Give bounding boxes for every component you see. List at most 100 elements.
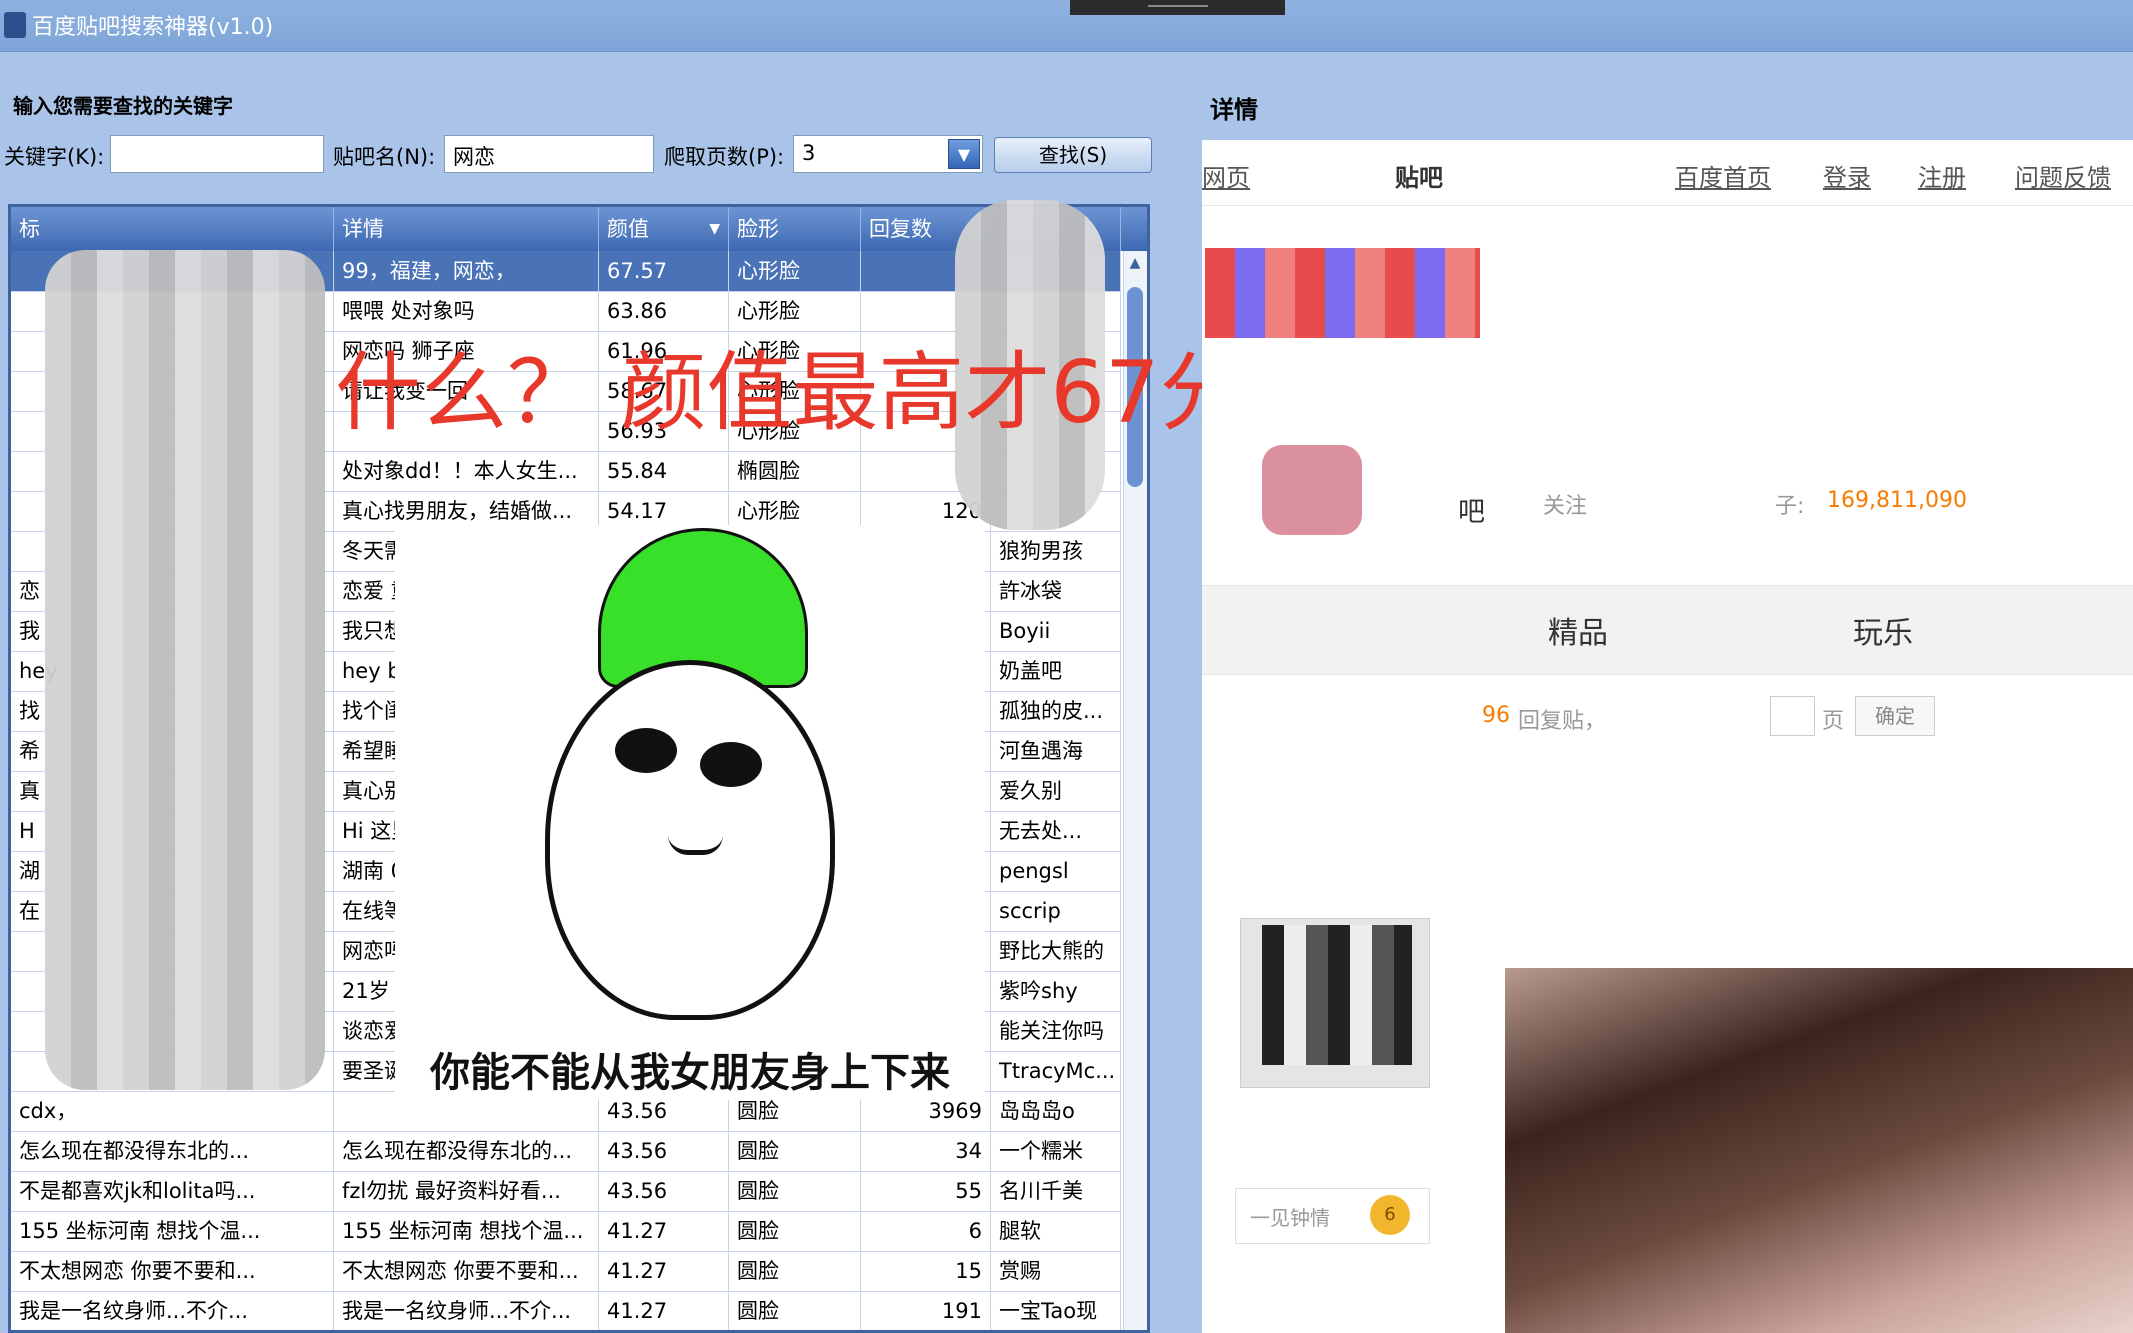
cell-author: 赏赐 bbox=[991, 1251, 1121, 1291]
cell-author: 野比大熊的 bbox=[991, 931, 1121, 971]
privacy-blur bbox=[45, 250, 325, 1090]
tab-featured[interactable]: 精品 bbox=[1548, 608, 1608, 652]
pager-text: 回复贴， bbox=[1518, 709, 1607, 734]
cell-face: 心形脸 bbox=[729, 251, 861, 291]
tab-fun[interactable]: 玩乐 bbox=[1853, 608, 1913, 652]
cell-title: cdx， bbox=[11, 1091, 334, 1131]
cell-replies: 191 bbox=[861, 1291, 991, 1330]
level-name: 一见钟情 bbox=[1250, 1206, 1330, 1230]
cell-author: 孤独的皮... bbox=[991, 691, 1121, 731]
nav-tab-tieba[interactable]: 贴吧 bbox=[1395, 158, 1443, 193]
column-face[interactable]: 脸形 bbox=[729, 207, 861, 251]
cell-score: 67.57 bbox=[599, 251, 729, 291]
cell-author: 一个糯米 bbox=[991, 1131, 1121, 1171]
cell-author: 紫吟shy bbox=[991, 971, 1121, 1011]
nav-link-feedback[interactable]: 问题反馈 bbox=[2015, 158, 2111, 193]
cell-author: pengsl bbox=[991, 851, 1121, 891]
cell-title: 不太想网恋 你要不要和... bbox=[11, 1251, 334, 1291]
cell-author: 爱久别 bbox=[991, 771, 1121, 811]
meme-eye bbox=[700, 742, 762, 787]
cell-detail: fzl勿扰 最好资料好看... bbox=[334, 1171, 599, 1211]
cell-author: 能关注你吗 bbox=[991, 1011, 1121, 1051]
search-heading: 输入您需要查找的关键字 bbox=[13, 94, 233, 118]
cell-author: TtracyMc... bbox=[991, 1051, 1121, 1091]
meme-eye bbox=[615, 728, 677, 773]
page-input[interactable] bbox=[1770, 696, 1815, 736]
tieba-logo bbox=[1205, 248, 1480, 338]
cell-author: 許冰袋 bbox=[991, 571, 1121, 611]
drag-handle[interactable] bbox=[1070, 0, 1285, 15]
cell-replies: 34 bbox=[861, 1131, 991, 1171]
nav-link-register[interactable]: 注册 bbox=[1918, 158, 1966, 193]
cell-title: 我是一名纹身师...不介... bbox=[11, 1291, 334, 1330]
table-row[interactable]: 不太想网恋 你要不要和... 不太想网恋 你要不要和... 41.27 圆脸 15 赏赐 bbox=[11, 1251, 1121, 1292]
window-title: 百度贴吧搜索神器(v1.0) bbox=[32, 15, 274, 40]
cell-detail: 怎么现在都没得东北的... bbox=[334, 1131, 599, 1171]
cell-author: 岛岛岛o bbox=[991, 1091, 1121, 1131]
cell-title: 不是都喜欢jk和lolita吗... bbox=[11, 1171, 334, 1211]
table-row[interactable]: 155 坐标河南 想找个温... 155 坐标河南 想找个温... 41.27 圆脸 6… bbox=[11, 1211, 1121, 1252]
pager-count: 96 bbox=[1482, 703, 1510, 728]
cell-detail: 不太想网恋 你要不要和... bbox=[334, 1251, 599, 1291]
scroll-up-icon[interactable]: ▲ bbox=[1127, 255, 1143, 275]
tieba-input[interactable]: 网恋 bbox=[444, 135, 654, 173]
cell-author: 名川千美 bbox=[991, 1171, 1121, 1211]
nav-tab-web[interactable]: 网页 bbox=[1202, 158, 1250, 193]
cell-replies: 15 bbox=[861, 1251, 991, 1291]
cell-score: 55.84 bbox=[599, 451, 729, 491]
confirm-button[interactable]: 确定 bbox=[1855, 696, 1935, 736]
cell-detail: 99，福建，网恋， bbox=[334, 251, 599, 291]
cell-detail: 155 坐标河南 想找个温... bbox=[334, 1211, 599, 1251]
cell-author: 腿软 bbox=[991, 1211, 1121, 1251]
cell-author: 无去处... bbox=[991, 811, 1121, 851]
page-label: 页 bbox=[1822, 709, 1845, 734]
cell-score: 43.56 bbox=[599, 1131, 729, 1171]
forum-tabbar bbox=[1202, 585, 2133, 675]
table-row[interactable]: 不是都喜欢jk和lolita吗... fzl勿扰 最好资料好看... 43.56 圆脸… bbox=[11, 1171, 1121, 1212]
nav-link-home[interactable]: 百度首页 bbox=[1675, 158, 1771, 193]
cell-author: 河鱼遇海 bbox=[991, 731, 1121, 771]
bar-avatar bbox=[1262, 445, 1362, 535]
keyword-label: 关键字(K): bbox=[4, 145, 105, 169]
follow-label: 关注 bbox=[1543, 494, 1588, 519]
cell-author: 奶盖吧 bbox=[991, 651, 1121, 691]
cell-score: 41.27 bbox=[599, 1211, 729, 1251]
divider bbox=[1202, 205, 2133, 206]
detail-heading: 详情 bbox=[1210, 96, 1258, 124]
cell-face: 圆脸 bbox=[729, 1211, 861, 1251]
cell-face: 圆脸 bbox=[729, 1171, 861, 1211]
cell-face: 圆脸 bbox=[729, 1251, 861, 1291]
cell-score: 41.27 bbox=[599, 1251, 729, 1291]
cell-face: 椭圆脸 bbox=[729, 451, 861, 491]
tieba-label: 贴吧名(N): bbox=[333, 145, 436, 169]
table-row[interactable]: 怎么现在都没得东北的... 怎么现在都没得东北的... 43.56 圆脸 34 一个糯米 bbox=[11, 1131, 1121, 1172]
app-icon bbox=[4, 12, 26, 38]
column-score[interactable]: 颜值 ▼ bbox=[599, 207, 729, 251]
meme-caption: 你能不能从我女朋友身上下来 bbox=[430, 1050, 950, 1096]
cell-title: 怎么现在都没得东北的... bbox=[11, 1131, 334, 1171]
column-detail[interactable]: 详情 bbox=[334, 207, 599, 251]
cell-score: 41.27 bbox=[599, 1291, 729, 1330]
post-photo[interactable] bbox=[1505, 968, 2133, 1333]
keyword-input[interactable] bbox=[110, 135, 324, 173]
table-row[interactable]: 我是一名纹身师...不介... 我是一名纹身师...不介... 41.27 圆脸 191… bbox=[11, 1291, 1121, 1330]
bar-name: 吧 bbox=[1458, 497, 1485, 528]
nav-link-login[interactable]: 登录 bbox=[1823, 158, 1871, 193]
cell-author: 一宝Tao现 bbox=[991, 1291, 1121, 1330]
cell-author: Boyii bbox=[991, 611, 1121, 651]
cell-author: 狼狗男孩 bbox=[991, 531, 1121, 571]
pages-label: 爬取页数(P): bbox=[664, 145, 785, 169]
cell-replies: 6 bbox=[861, 1211, 991, 1251]
sort-down-icon: ▼ bbox=[709, 221, 720, 237]
column-title[interactable]: 标 bbox=[11, 207, 334, 251]
cell-replies: 55 bbox=[861, 1171, 991, 1211]
posts-label: 子: bbox=[1775, 494, 1805, 519]
cell-face: 圆脸 bbox=[729, 1291, 861, 1330]
chevron-down-icon[interactable]: ▼ bbox=[948, 139, 980, 169]
posts-count: 169,811,090 bbox=[1827, 488, 1967, 513]
search-button[interactable]: 查找(S) bbox=[994, 137, 1152, 173]
cell-author: sccrip bbox=[991, 891, 1121, 931]
cell-detail: 我是一名纹身师...不介... bbox=[334, 1291, 599, 1330]
title-bar bbox=[0, 0, 2133, 52]
cell-detail: 处对象dd！！本人女生... bbox=[334, 451, 599, 491]
